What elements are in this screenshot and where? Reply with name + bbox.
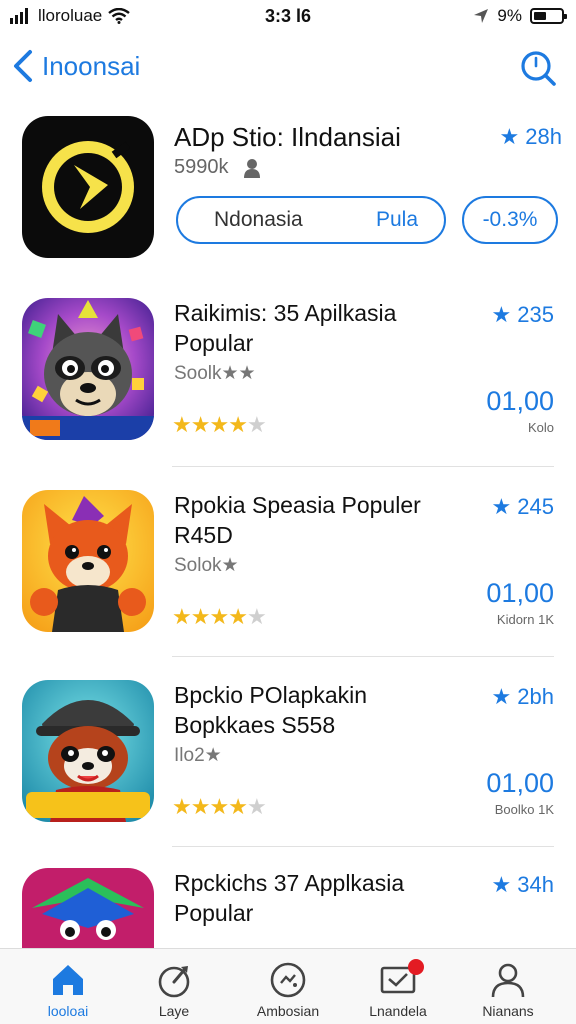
star-empty-icon: ★ (246, 794, 267, 819)
status-bar: lloroluae 3:3 l6 9% (0, 0, 576, 34)
notification-badge (408, 959, 424, 975)
app-icon-bird[interactable] (22, 868, 154, 948)
row-divider (172, 656, 554, 657)
app-size: Kolo (527, 420, 554, 435)
app-developer: Solok★ (174, 555, 239, 576)
featured-segment-button[interactable]: Ndonasia Pula (176, 196, 446, 244)
tab-bar: looloai Laye Ambosian Lnandela Nianans (0, 948, 576, 1024)
star-empty-icon: ★ (246, 604, 267, 629)
app-rank: ★ 245 (491, 494, 554, 519)
featured-app-subtitle: 5990k (174, 156, 261, 179)
list-item[interactable]: Rpckichs 37 Applkasia Popular ★ 34h (22, 868, 562, 948)
star-filled-icon: ★ (209, 604, 229, 629)
tab-profile[interactable]: Nianans (460, 961, 556, 1019)
star-filled-icon: ★ (190, 604, 211, 629)
tab-label: Ambosian (256, 1003, 320, 1019)
star-filled-icon: ★ (228, 412, 248, 437)
raccoon-game-icon (22, 298, 154, 440)
bird-game-icon (22, 868, 154, 948)
featured-app-icon[interactable] (22, 116, 154, 258)
star-filled-icon: ★ (228, 604, 248, 629)
star-filled-icon: ★ (172, 412, 192, 437)
star-filled-icon: ★ (209, 794, 229, 819)
tab-updates[interactable]: Lnandela (350, 959, 446, 1019)
back-button[interactable]: Inoonsai (10, 48, 140, 84)
tab-home[interactable]: looloai (20, 961, 116, 1019)
app-rank: ★ 235 (491, 302, 554, 327)
red-panda-game-icon (22, 680, 154, 822)
app-rank: ★ 34h (491, 872, 554, 897)
featured-app-count: 5990k (174, 156, 229, 178)
app-size: Boolko 1K (494, 802, 554, 817)
star-rating: ★★★★★ (172, 604, 267, 630)
location-icon (474, 9, 489, 23)
status-right: 9% (473, 6, 567, 26)
row-divider (172, 466, 554, 467)
app-icon-fox[interactable] (22, 490, 154, 632)
star-empty-icon: ★ (246, 412, 267, 437)
search-icon[interactable] (518, 48, 558, 88)
tab-label: Laye (158, 1003, 190, 1019)
app-developer: Soolk★★ (174, 363, 256, 384)
arcade-icon (270, 962, 306, 998)
play-logo-icon (42, 141, 134, 233)
list-item[interactable]: Bpckio POlapkakin Bopkkaes S558 Ilo2★ ★★… (22, 680, 562, 840)
home-icon (53, 965, 83, 995)
app-icon-bear[interactable] (22, 680, 154, 822)
nav-bar: Inoonsai (0, 42, 576, 92)
fox-game-icon (22, 490, 154, 632)
tab-arcade[interactable]: Ambosian (240, 961, 336, 1019)
star-filled-icon: ★ (190, 412, 211, 437)
featured-change-button[interactable]: -0.3% (462, 196, 558, 244)
app-title: Rpokia Speasia Populer R45D (174, 492, 421, 548)
star-filled-icon: ★ (172, 604, 192, 629)
tab-label: Nianans (482, 1003, 534, 1019)
tab-games[interactable]: Laye (126, 961, 222, 1019)
battery-percent: 9% (497, 6, 522, 25)
app-rank: ★ 2bh (491, 684, 554, 709)
rocket-icon (158, 966, 190, 998)
featured-app[interactable]: ADp Stio: Ilndansiai 5990k ★ 28h Ndonasi… (22, 116, 562, 266)
back-label: Inoonsai (42, 50, 141, 81)
featured-app-rating: ★ 28h (499, 124, 562, 149)
app-title: Rpckichs 37 Applkasia Popular (174, 870, 405, 926)
app-title: Bpckio POlapkakin Bopkkaes S558 (174, 682, 368, 738)
star-rating: ★★★★★ (172, 412, 267, 438)
app-developer: Ilo2★ (174, 745, 222, 766)
user-icon (243, 158, 260, 178)
app-price-button[interactable]: 01,00 (486, 768, 554, 799)
app-price-button[interactable]: 01,00 (486, 578, 554, 609)
segment-left-label: Ndonasia (214, 208, 303, 231)
star-filled-icon: ★ (172, 794, 192, 819)
battery-icon (530, 8, 567, 24)
app-size: Kidorn 1K (496, 612, 554, 627)
person-icon (491, 963, 525, 998)
segment-right-label: Pula (375, 208, 418, 231)
star-filled-icon: ★ (190, 794, 211, 819)
app-icon-raccoon[interactable] (22, 298, 154, 440)
list-item[interactable]: Rpokia Speasia Populer R45D Solok★ ★★★★★… (22, 490, 562, 650)
row-divider (172, 846, 554, 847)
chevron-left-icon (14, 50, 32, 82)
tab-label: Lnandela (369, 1003, 427, 1019)
star-filled-icon: ★ (209, 412, 229, 437)
app-price-button[interactable]: 01,00 (486, 386, 554, 417)
list-item[interactable]: Raikimis: 35 Apilkasia Popular Soolk★★ ★… (22, 298, 562, 458)
app-title: Raikimis: 35 Apilkasia Popular (174, 300, 397, 356)
featured-app-title: ADp Stio: Ilndansiai (174, 122, 401, 152)
star-filled-icon: ★ (228, 794, 248, 819)
star-rating: ★★★★★ (172, 794, 267, 820)
tab-label: looloai (47, 1003, 89, 1019)
